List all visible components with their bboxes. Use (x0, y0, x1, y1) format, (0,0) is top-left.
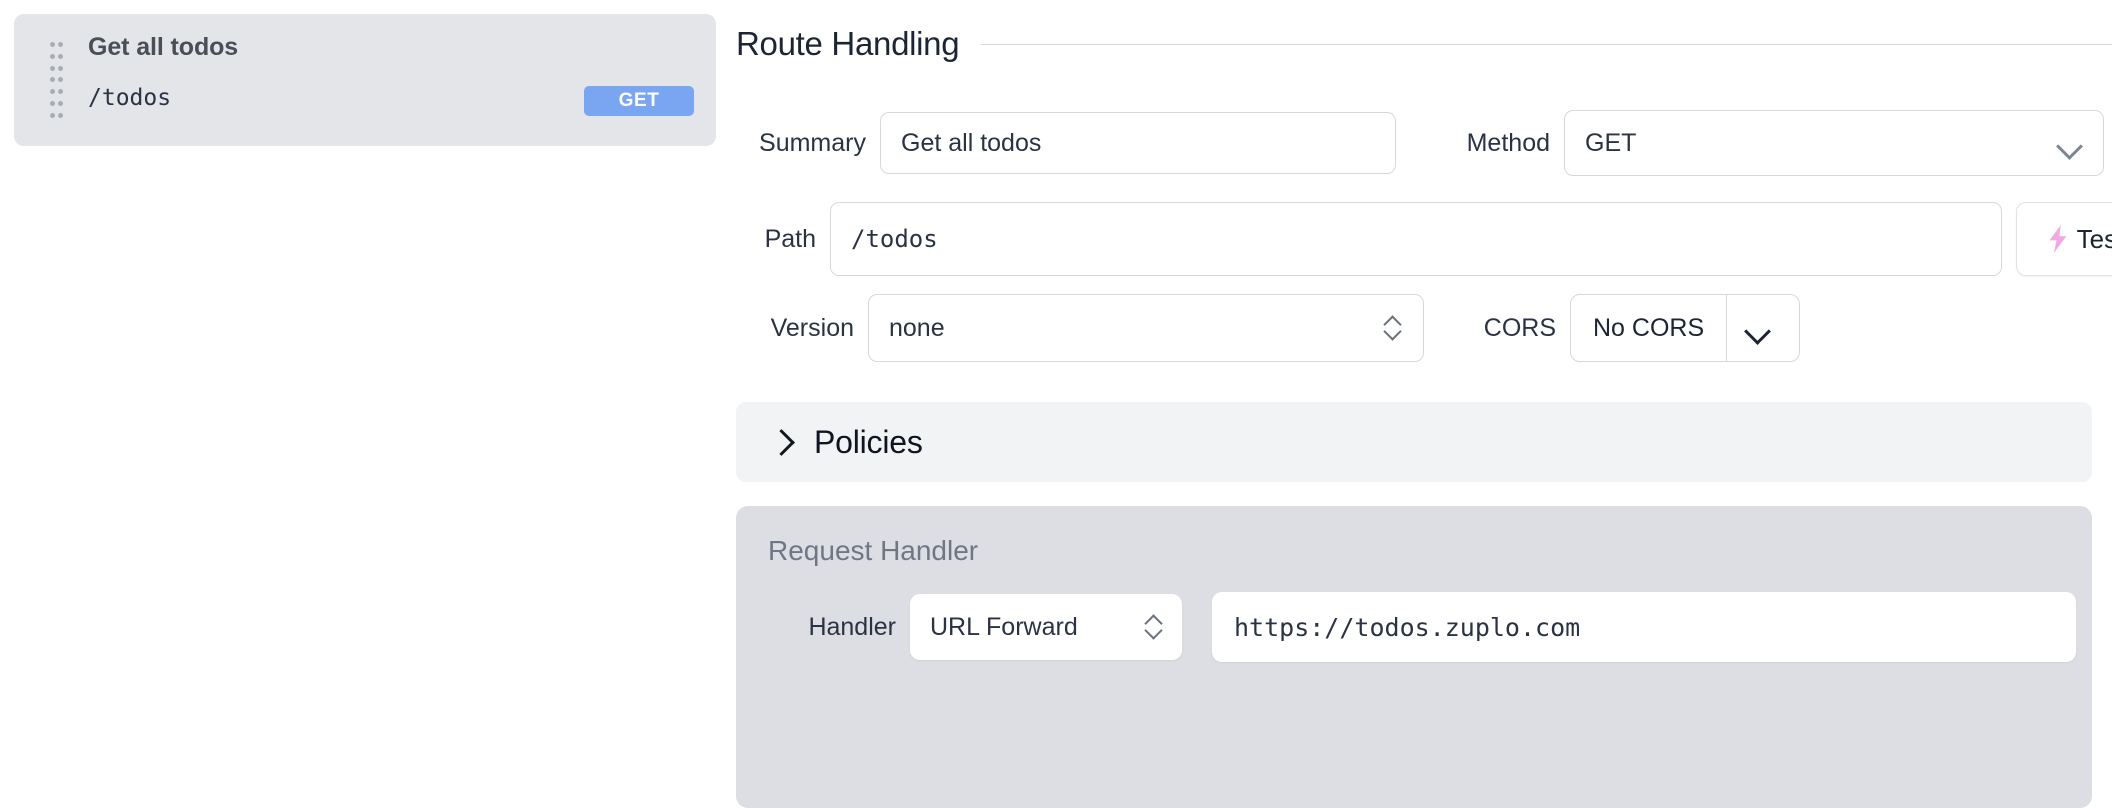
lightning-bolt-icon (2049, 225, 2067, 253)
method-label: Method (1466, 128, 1550, 157)
route-handling-legend: Route Handling (736, 25, 2112, 63)
drag-dot (57, 65, 63, 71)
drag-dot (57, 54, 63, 60)
drag-dot (49, 100, 55, 106)
handler-label: Handler (808, 612, 896, 641)
drag-dot (49, 89, 55, 95)
handler-url-input[interactable]: https://todos.zuplo.com (1212, 592, 2076, 662)
path-input[interactable]: /todos (830, 202, 2002, 276)
drag-dot (49, 54, 55, 60)
cors-dropdown-button[interactable] (1727, 295, 1789, 361)
method-select-value: GET (1585, 128, 1637, 157)
route-card[interactable]: Get all todos /todos GET (14, 14, 716, 146)
handler-row: Handler URL Forward https://todos.zuplo.… (768, 592, 2076, 662)
drag-dot (57, 77, 63, 83)
chevron-up-down-icon (1383, 311, 1403, 345)
summary-label: Summary (759, 128, 866, 157)
cors-control[interactable]: No CORS (1570, 294, 1800, 362)
handler-select-value: URL Forward (930, 612, 1078, 641)
path-row: Path /todos (736, 202, 2112, 276)
request-handler-heading: Request Handler (768, 535, 979, 566)
drag-dot (57, 100, 63, 106)
cors-label: CORS (1483, 313, 1556, 342)
route-handling-form: Route Handling Summary Get all todos Met… (736, 0, 2112, 808)
chevron-up-down-icon (1144, 610, 1164, 644)
drag-dot (49, 112, 55, 118)
path-label: Path (764, 224, 816, 253)
page-title: Route Handling (736, 25, 960, 62)
drag-dot (49, 77, 55, 83)
version-select-value: none (889, 313, 945, 342)
version-label: Version (770, 313, 854, 342)
drag-dots-icon[interactable] (48, 39, 68, 121)
legend-divider (981, 43, 2112, 45)
route-card-path: /todos (88, 85, 172, 111)
chevron-right-icon (772, 430, 792, 454)
summary-method-row: Summary Get all todos Method GET (736, 110, 2112, 176)
method-select[interactable]: GET (1564, 110, 2104, 176)
test-button[interactable]: Test (2016, 202, 2112, 276)
route-card-title: Get all todos (88, 33, 239, 61)
test-button-label: Test (2076, 223, 2112, 254)
drag-dot (57, 42, 63, 48)
version-select[interactable]: none (868, 294, 1424, 362)
policies-label: Policies (814, 423, 923, 460)
drag-dot (57, 89, 63, 95)
version-cors-row: Version none CORS No CORS (736, 294, 2112, 362)
cors-value: No CORS (1593, 313, 1705, 342)
route-editor-page: Get all todos /todos GET Route Handling … (0, 0, 2112, 808)
summary-input[interactable]: Get all todos (880, 112, 1396, 174)
handler-select[interactable]: URL Forward (910, 594, 1182, 660)
route-card-method-badge[interactable]: GET (584, 86, 694, 116)
chevron-down-icon (2057, 136, 2083, 151)
drag-dot (49, 65, 55, 71)
route-card-inner: Get all todos /todos GET (36, 28, 694, 132)
drag-dot (57, 112, 63, 118)
request-handler-panel: Request Handler Handler URL Forward http… (736, 506, 2092, 808)
chevron-down-icon (1745, 321, 1771, 336)
policies-accordion[interactable]: Policies (736, 402, 2092, 482)
drag-dot (49, 42, 55, 48)
